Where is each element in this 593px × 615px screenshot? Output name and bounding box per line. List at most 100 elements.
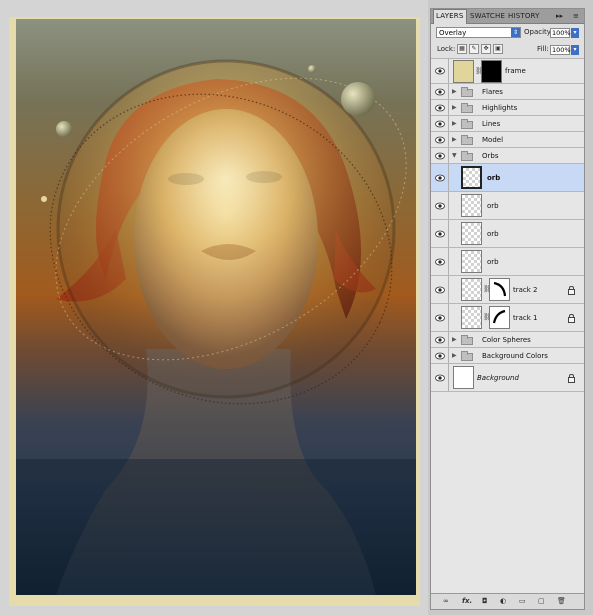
- group-row-highlights[interactable]: ▶ Highlights: [431, 100, 584, 116]
- eye-icon[interactable]: [435, 258, 445, 266]
- tab-history[interactable]: HISTORY: [506, 10, 542, 23]
- panel-menu-button[interactable]: ≡: [573, 10, 579, 22]
- layer-row-orb[interactable]: orb: [431, 248, 584, 276]
- folder-icon: [461, 151, 473, 161]
- group-row-model[interactable]: ▶ Model: [431, 132, 584, 148]
- opacity-slider-arrow-icon[interactable]: ▾: [571, 28, 579, 38]
- layer-name: orb: [487, 174, 501, 182]
- expand-triangle-icon[interactable]: ▶: [452, 352, 457, 359]
- adjustment-icon[interactable]: ◐: [500, 597, 506, 606]
- collapse-panel-button[interactable]: ▸▸: [556, 10, 563, 22]
- fill-label: Fill:: [537, 45, 549, 53]
- eye-icon[interactable]: [435, 336, 445, 344]
- layer-thumbnail: [461, 306, 482, 329]
- lock-position-icon[interactable]: ✥: [481, 44, 491, 54]
- lock-icon: [568, 314, 575, 323]
- tab-swatches[interactable]: SWATCHE: [468, 10, 507, 23]
- fill-input[interactable]: 100%: [550, 45, 571, 55]
- expand-triangle-icon[interactable]: ▶: [452, 336, 457, 343]
- eye-icon[interactable]: [435, 120, 445, 128]
- blend-mode-value: Overlay: [439, 29, 467, 37]
- group-row-flares[interactable]: ▶ Flares: [431, 84, 584, 100]
- folder-icon: [461, 335, 473, 345]
- group-name: Flares: [482, 88, 503, 96]
- opacity-input[interactable]: 100%: [550, 28, 571, 38]
- layer-thumbnail-background: [453, 366, 474, 389]
- eye-icon[interactable]: [435, 230, 445, 238]
- layer-list: ⛓ frame ▶ Flares ▶ Highlights ▶ Lines ▶ …: [431, 59, 584, 594]
- eye-icon[interactable]: [435, 374, 445, 382]
- layer-thumbnail: [461, 194, 482, 217]
- tab-layers[interactable]: LAYERS: [433, 9, 467, 24]
- lock-label: Lock:: [437, 45, 456, 53]
- group-name: Model: [482, 136, 504, 144]
- group-name: Lines: [482, 120, 501, 128]
- layer-row-track-1[interactable]: ⛓ track 1: [431, 304, 584, 332]
- group-name: Color Spheres: [482, 336, 531, 344]
- eye-icon[interactable]: [435, 174, 445, 182]
- eye-icon[interactable]: [435, 67, 445, 75]
- lock-pixels-icon[interactable]: ✎: [469, 44, 479, 54]
- folder-icon: [461, 103, 473, 113]
- group-row-background-colors[interactable]: ▶ Background Colors: [431, 348, 584, 364]
- layer-name: frame: [505, 67, 526, 75]
- layer-mask-thumbnail: [489, 278, 510, 301]
- layers-panel: LAYERS SWATCHE HISTORY ▸▸ ≡ Overlay ⇕ Op…: [430, 8, 585, 610]
- layer-row-orb[interactable]: orb: [431, 220, 584, 248]
- layer-name: orb: [487, 230, 499, 238]
- group-name: Background Colors: [482, 352, 548, 360]
- blend-row: Overlay ⇕ Opacity: 100% ▾: [431, 25, 584, 41]
- opacity-label: Opacity:: [524, 28, 553, 36]
- fill-slider-arrow-icon[interactable]: ▾: [571, 45, 579, 55]
- layer-row-background[interactable]: Background: [431, 364, 584, 392]
- eye-icon[interactable]: [435, 152, 445, 160]
- expand-triangle-icon[interactable]: ▶: [452, 136, 457, 143]
- eye-icon[interactable]: [435, 286, 445, 294]
- eye-icon[interactable]: [435, 88, 445, 96]
- fx-icon[interactable]: fx.: [462, 597, 472, 606]
- layer-row-frame[interactable]: ⛓ frame: [431, 59, 584, 84]
- eye-icon[interactable]: [435, 104, 445, 112]
- layer-mask-thumbnail: [489, 306, 510, 329]
- mask-stroke-icon: [492, 309, 506, 324]
- layer-row-orb[interactable]: orb: [431, 192, 584, 220]
- blend-mode-arrow-icon[interactable]: ⇕: [511, 28, 520, 37]
- layer-name: track 1: [513, 314, 538, 322]
- expand-triangle-icon[interactable]: ▶: [452, 88, 457, 95]
- portrait-illustration: [16, 59, 416, 595]
- layer-mask-thumbnail: [481, 60, 502, 83]
- expand-triangle-icon[interactable]: ▶: [452, 104, 457, 111]
- eye-icon[interactable]: [435, 352, 445, 360]
- document-canvas[interactable]: [0, 0, 428, 615]
- lock-all-icon[interactable]: ▣: [493, 44, 503, 54]
- group-row-lines[interactable]: ▶ Lines: [431, 116, 584, 132]
- new-layer-icon[interactable]: ▢: [538, 597, 545, 606]
- group-row-color-spheres[interactable]: ▶ Color Spheres: [431, 332, 584, 348]
- link-icon[interactable]: ∞: [443, 597, 449, 606]
- group-row-orbs[interactable]: ▼ Orbs: [431, 148, 584, 164]
- folder-icon: [461, 119, 473, 129]
- panel-tab-bar: LAYERS SWATCHE HISTORY ▸▸ ≡: [431, 9, 584, 24]
- layer-name: track 2: [513, 286, 538, 294]
- group-name: Highlights: [482, 104, 518, 112]
- expand-triangle-icon[interactable]: ▶: [452, 120, 457, 127]
- eye-icon[interactable]: [435, 314, 445, 322]
- folder-icon: [461, 351, 473, 361]
- eye-icon[interactable]: [435, 136, 445, 144]
- layer-row-orb-selected[interactable]: orb: [431, 164, 584, 192]
- layer-thumbnail: [461, 250, 482, 273]
- eye-icon[interactable]: [435, 202, 445, 210]
- lock-transparency-icon[interactable]: ▦: [457, 44, 467, 54]
- blend-mode-select[interactable]: Overlay ⇕: [436, 27, 521, 38]
- lock-row: Lock: ▦ ✎ ✥ ▣ Fill: 100% ▾: [431, 42, 584, 59]
- folder-icon: [461, 135, 473, 145]
- mask-icon[interactable]: ◘: [482, 597, 488, 606]
- artwork-image[interactable]: [16, 19, 416, 595]
- layer-thumbnail-frame: [453, 60, 474, 83]
- trash-icon[interactable]: 🗑: [557, 597, 566, 606]
- group-icon[interactable]: ▭: [519, 597, 526, 606]
- layer-thumbnail: [461, 222, 482, 245]
- layer-row-track-2[interactable]: ⛓ track 2: [431, 276, 584, 304]
- layer-thumbnail: [461, 166, 482, 189]
- collapse-triangle-icon[interactable]: ▼: [452, 152, 457, 159]
